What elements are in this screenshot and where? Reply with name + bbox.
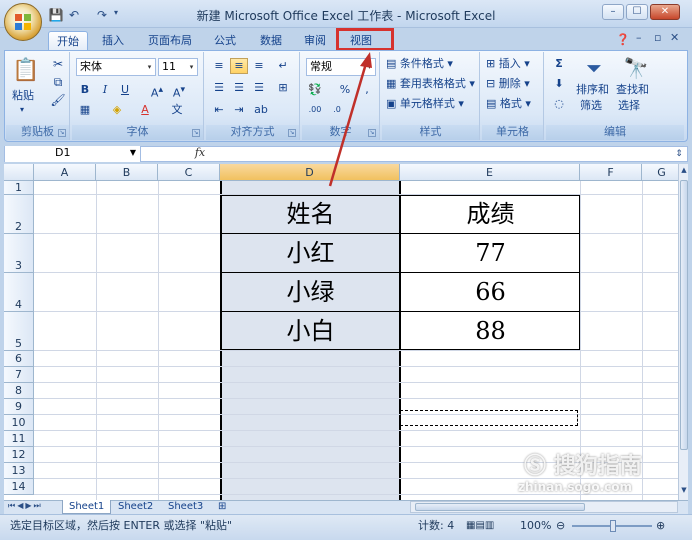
- scroll-up-icon[interactable]: ▲: [680, 166, 688, 176]
- sheet-tab-2[interactable]: Sheet2: [112, 500, 159, 514]
- vertical-scroll-thumb[interactable]: [680, 180, 688, 450]
- status-count: 计数: 4: [418, 519, 455, 532]
- zoom-level[interactable]: 100%: [520, 519, 551, 533]
- annotation-arrow-icon: [328, 52, 372, 187]
- scroll-down-icon[interactable]: ▼: [680, 486, 688, 496]
- sheet-tab-3[interactable]: Sheet3: [162, 500, 209, 514]
- office-logo-icon: [15, 14, 31, 30]
- view-mode-icons[interactable]: ▦▤▥: [466, 519, 494, 533]
- horizontal-scroll-thumb[interactable]: [415, 503, 585, 511]
- sheet-tab-1[interactable]: Sheet1: [62, 500, 112, 514]
- zoom-slider-thumb[interactable]: [610, 520, 616, 532]
- sheet-nav-icon[interactable]: ⏮◀▶⏭: [8, 501, 43, 511]
- office-button[interactable]: [4, 3, 42, 41]
- insert-sheet-icon[interactable]: ⊞: [212, 500, 232, 514]
- status-message: 选定目标区域，然后按 ENTER 或选择 "粘贴": [10, 519, 233, 532]
- zoom-out-icon[interactable]: ⊖: [556, 519, 565, 533]
- zoom-in-icon[interactable]: ⊕: [656, 519, 665, 533]
- vertical-scrollbar[interactable]: ▲ ▼: [678, 164, 688, 500]
- horizontal-scrollbar[interactable]: [410, 501, 678, 513]
